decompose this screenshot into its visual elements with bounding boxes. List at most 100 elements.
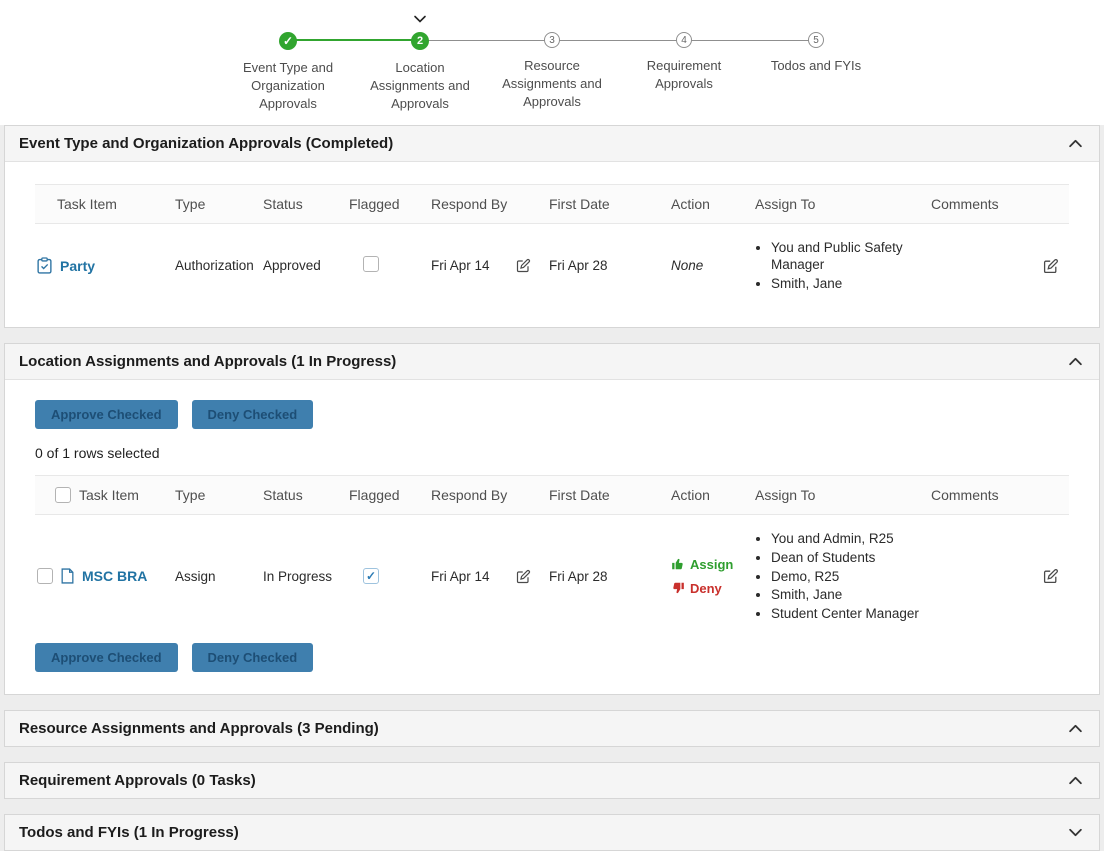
- stepper-step-todos[interactable]: 5 Todos and FYIs: [684, 16, 882, 113]
- section-title: Event Type and Organization Approvals (C…: [19, 134, 394, 152]
- deny-checked-button[interactable]: Deny Checked: [191, 400, 314, 430]
- deny-action-link[interactable]: Deny: [671, 581, 747, 596]
- section-header-todos[interactable]: Todos and FYIs (1 In Progress): [5, 815, 1099, 851]
- task-item-link[interactable]: MSC BRA: [82, 568, 147, 584]
- rows-selected-text: 0 of 1 rows selected: [35, 445, 160, 462]
- step-circle: 3: [544, 32, 560, 48]
- col-comments: Comments: [931, 195, 999, 212]
- deny-label: Deny: [690, 580, 722, 596]
- step-label: Location Assignments and Approvals: [370, 60, 470, 111]
- section-todos-fyis: Todos and FYIs (1 In Progress): [4, 814, 1100, 851]
- col-status: Status: [263, 195, 303, 212]
- step-circle: 4: [676, 32, 692, 48]
- section-title: Location Assignments and Approvals (1 In…: [19, 353, 397, 371]
- chevron-down-icon: [414, 15, 427, 23]
- col-type: Type: [175, 487, 206, 504]
- step-label: Requirement Approvals: [646, 58, 722, 91]
- select-all-checkbox[interactable]: [55, 487, 71, 504]
- step-circle: ✓: [279, 32, 297, 50]
- col-action: Action: [671, 487, 710, 504]
- table-header-row: Task Item Type Status Flagged Respond By…: [35, 183, 1069, 224]
- deny-checked-button[interactable]: Deny Checked: [191, 643, 314, 673]
- check-icon: ✓: [282, 34, 294, 48]
- step-label: Event Type and Organization Approvals: [242, 60, 334, 111]
- row-select-checkbox[interactable]: [37, 568, 53, 585]
- task-type: Assign: [175, 568, 216, 584]
- assignee: Smith, Jane: [771, 586, 923, 604]
- col-flagged: Flagged: [349, 487, 400, 504]
- table-row: Party Authorization Approved Fri Apr 14 …: [35, 224, 1069, 306]
- stepper-connector: [684, 40, 816, 41]
- step-circle: 5: [808, 32, 824, 48]
- task-clipboard-icon: [37, 257, 52, 274]
- action-none: None: [671, 258, 704, 274]
- chevron-up-icon[interactable]: [1068, 776, 1083, 785]
- col-first-date: First Date: [549, 195, 610, 212]
- col-flagged: Flagged: [349, 195, 400, 212]
- col-assign-to: Assign To: [755, 487, 816, 504]
- section-header-location[interactable]: Location Assignments and Approvals (1 In…: [5, 344, 1099, 381]
- task-item-link[interactable]: Party: [60, 258, 95, 274]
- approve-checked-button[interactable]: Approve Checked: [35, 643, 178, 673]
- col-task-item: Task Item: [57, 195, 117, 212]
- assign-to-list: You and Admin, R25 Dean of Students Demo…: [755, 530, 923, 622]
- task-status: Approved: [263, 258, 321, 274]
- table-header-row: Task Item Type Status Flagged Respond By…: [35, 475, 1069, 516]
- thumbs-up-icon: [671, 557, 685, 571]
- first-date: Fri Apr 28: [549, 568, 608, 584]
- stepper-step-event-type[interactable]: ✓ Event Type and Organization Approvals: [222, 16, 354, 113]
- task-type: Authorization: [175, 258, 254, 274]
- section-requirement-approvals: Requirement Approvals (0 Tasks): [4, 762, 1100, 800]
- assign-action-link[interactable]: Assign: [671, 557, 747, 572]
- stepper-step-resource[interactable]: 3 Resource Assignments and Approvals: [420, 16, 618, 113]
- section-resource-approvals: Resource Assignments and Approvals (3 Pe…: [4, 710, 1100, 748]
- section-title: Requirement Approvals (0 Tasks): [19, 772, 256, 790]
- section-header-event-type[interactable]: Event Type and Organization Approvals (C…: [5, 125, 1099, 162]
- chevron-up-icon[interactable]: [1068, 139, 1083, 148]
- chevron-up-icon[interactable]: [1068, 357, 1083, 366]
- flagged-checkbox[interactable]: [363, 568, 379, 585]
- assignee: Smith, Jane: [771, 275, 923, 293]
- approvals-table: Task Item Type Status Flagged Respond By…: [35, 183, 1069, 306]
- col-respond-by: Respond By: [431, 487, 508, 504]
- first-date: Fri Apr 28: [549, 258, 608, 274]
- step-label: Todos and FYIs: [770, 58, 862, 73]
- col-first-date: First Date: [549, 487, 610, 504]
- col-action: Action: [671, 195, 710, 212]
- step-number: 2: [416, 35, 424, 47]
- comment-edit-icon[interactable]: [1043, 258, 1059, 274]
- stepper-connector: [552, 40, 684, 41]
- assign-to-list: You and Public Safety Manager Smith, Jan…: [755, 239, 923, 293]
- workflow-stepper: ✓ Event Type and Organization Approvals …: [0, 0, 1104, 125]
- edit-date-icon[interactable]: [516, 258, 531, 273]
- step-number: 4: [681, 34, 687, 46]
- approve-checked-button[interactable]: Approve Checked: [35, 400, 178, 430]
- stepper-step-requirement[interactable]: 4 Requirement Approvals: [552, 16, 750, 113]
- stepper-connector: [288, 39, 420, 41]
- task-document-icon: [61, 568, 74, 584]
- assign-label: Assign: [690, 556, 734, 572]
- section-title: Todos and FYIs (1 In Progress): [19, 824, 239, 842]
- edit-date-icon[interactable]: [516, 569, 531, 584]
- respond-by-date: Fri Apr 14: [431, 568, 490, 584]
- col-type: Type: [175, 195, 206, 212]
- col-status: Status: [263, 487, 303, 504]
- assignee: You and Admin, R25: [771, 530, 923, 548]
- assignee: You and Public Safety Manager: [771, 239, 923, 274]
- flagged-checkbox[interactable]: [363, 256, 379, 273]
- section-header-requirement[interactable]: Requirement Approvals (0 Tasks): [5, 763, 1099, 799]
- section-event-type-approvals: Event Type and Organization Approvals (C…: [4, 124, 1100, 329]
- table-row: MSC BRA Assign In Progress Fri Apr 14 Fr…: [35, 515, 1069, 635]
- respond-by-date: Fri Apr 14: [431, 258, 490, 274]
- comment-edit-icon[interactable]: [1043, 568, 1059, 584]
- col-comments: Comments: [931, 487, 999, 504]
- assignee: Demo, R25: [771, 568, 923, 586]
- section-header-resource[interactable]: Resource Assignments and Approvals (3 Pe…: [5, 711, 1099, 747]
- stepper-connector: [420, 40, 552, 41]
- assignee: Dean of Students: [771, 549, 923, 567]
- section-title: Resource Assignments and Approvals (3 Pe…: [19, 720, 379, 738]
- step-label: Resource Assignments and Approvals: [502, 58, 602, 109]
- stepper-step-location[interactable]: 2 Location Assignments and Approvals: [288, 15, 486, 113]
- chevron-up-icon[interactable]: [1068, 724, 1083, 733]
- thumbs-down-icon: [671, 581, 685, 595]
